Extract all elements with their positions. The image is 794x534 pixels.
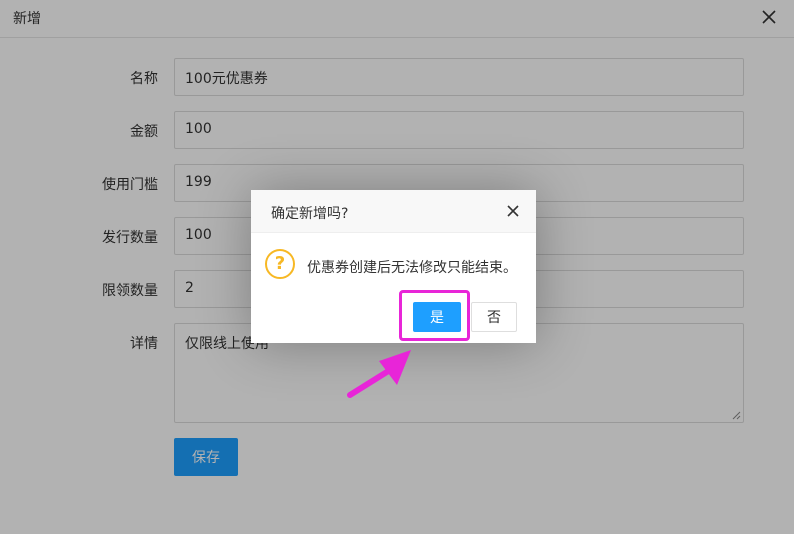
question-icon: ?: [265, 249, 295, 279]
no-button[interactable]: 否: [471, 302, 517, 332]
confirm-message: 优惠券创建后无法修改只能结束。: [307, 260, 517, 276]
close-icon[interactable]: [506, 204, 520, 218]
confirm-dialog: 确定新增吗? ? 优惠券创建后无法修改只能结束。 是 否: [251, 190, 536, 343]
annotation-highlight-box: [399, 290, 470, 341]
confirm-dialog-title: 确定新增吗?: [271, 206, 349, 222]
annotation-arrow-icon: [347, 350, 411, 398]
confirm-dialog-header: 确定新增吗?: [251, 190, 536, 233]
